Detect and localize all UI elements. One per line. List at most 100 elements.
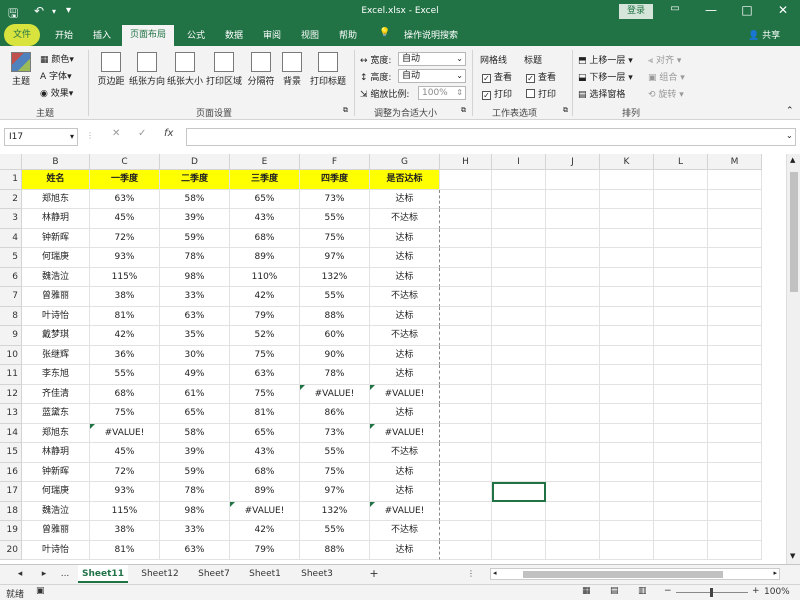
scroll-left-icon[interactable]: ◂: [493, 569, 497, 577]
sheet-options-launcher-icon[interactable]: ⧉: [563, 106, 568, 115]
tab-home[interactable]: 开始: [48, 28, 80, 41]
table-cell[interactable]: 43%: [230, 443, 300, 463]
header-cell[interactable]: 四季度: [300, 170, 370, 190]
table-cell[interactable]: 81%: [90, 306, 160, 326]
column-header-e[interactable]: E: [230, 154, 300, 170]
empty-cell[interactable]: [440, 501, 492, 521]
empty-cell[interactable]: [708, 306, 762, 326]
share-button[interactable]: 👤 共享: [748, 28, 780, 41]
empty-cell[interactable]: [440, 345, 492, 365]
header-cell[interactable]: 姓名: [22, 170, 90, 190]
empty-cell[interactable]: [492, 345, 546, 365]
tab-review[interactable]: 审阅: [256, 28, 288, 41]
empty-cell[interactable]: [654, 365, 708, 385]
cancel-icon[interactable]: ✕: [112, 128, 120, 139]
empty-cell[interactable]: [654, 482, 708, 502]
table-cell[interactable]: 93%: [90, 248, 160, 268]
empty-cell[interactable]: [440, 384, 492, 404]
empty-cell[interactable]: [654, 384, 708, 404]
next-sheet-icon[interactable]: ▸: [38, 565, 50, 583]
column-header-k[interactable]: K: [600, 154, 654, 170]
header-cell[interactable]: 是否达标: [370, 170, 440, 190]
empty-cell[interactable]: [492, 443, 546, 463]
table-cell[interactable]: 叶诗怡: [22, 306, 90, 326]
table-cell[interactable]: 68%: [90, 384, 160, 404]
login-button[interactable]: 登录: [619, 4, 653, 19]
empty-cell[interactable]: [440, 228, 492, 248]
table-cell[interactable]: 达标: [370, 228, 440, 248]
empty-cell[interactable]: [600, 462, 654, 482]
table-cell[interactable]: 63%: [230, 365, 300, 385]
empty-cell[interactable]: [654, 170, 708, 190]
empty-cell[interactable]: [654, 462, 708, 482]
send-backward-button[interactable]: ⬓ 下移一层 ▾: [578, 70, 633, 83]
table-cell[interactable]: 98%: [160, 267, 230, 287]
empty-cell[interactable]: [600, 189, 654, 209]
empty-cell[interactable]: [600, 306, 654, 326]
table-cell[interactable]: 115%: [90, 267, 160, 287]
empty-cell[interactable]: [708, 384, 762, 404]
zoom-slider-handle[interactable]: [710, 588, 713, 597]
table-cell[interactable]: 达标: [370, 404, 440, 424]
empty-cell[interactable]: [600, 365, 654, 385]
normal-view-icon[interactable]: ▦: [582, 586, 591, 596]
empty-cell[interactable]: [440, 521, 492, 541]
table-cell[interactable]: 49%: [160, 365, 230, 385]
size-button[interactable]: 纸张大小: [166, 52, 204, 87]
empty-cell[interactable]: [708, 482, 762, 502]
row-header-8[interactable]: 8: [0, 306, 22, 326]
table-cell[interactable]: 75%: [300, 228, 370, 248]
empty-cell[interactable]: [600, 345, 654, 365]
empty-cell[interactable]: [708, 501, 762, 521]
empty-cell[interactable]: [546, 501, 600, 521]
scroll-up-icon[interactable]: ▲: [790, 156, 795, 164]
table-cell[interactable]: 58%: [160, 189, 230, 209]
horizontal-scrollbar[interactable]: ◂ ▸: [490, 568, 780, 580]
table-cell[interactable]: 张继辉: [22, 345, 90, 365]
table-cell[interactable]: 61%: [160, 384, 230, 404]
table-cell[interactable]: 72%: [90, 462, 160, 482]
row-header-11[interactable]: 11: [0, 365, 22, 385]
table-cell[interactable]: 33%: [160, 287, 230, 307]
table-cell[interactable]: 75%: [90, 404, 160, 424]
headings-view-checkbox[interactable]: ✓ 查看: [526, 70, 556, 83]
empty-cell[interactable]: [440, 365, 492, 385]
empty-cell[interactable]: [708, 404, 762, 424]
width-dropdown[interactable]: 自动 ⌄: [398, 52, 466, 66]
close-button[interactable]: ✕: [768, 3, 798, 17]
empty-cell[interactable]: [708, 228, 762, 248]
table-cell[interactable]: 曾雅丽: [22, 287, 90, 307]
empty-cell[interactable]: [708, 326, 762, 346]
scroll-thumb[interactable]: [790, 172, 798, 292]
column-header-h[interactable]: H: [440, 154, 492, 170]
table-cell[interactable]: 68%: [230, 462, 300, 482]
table-cell[interactable]: 89%: [230, 248, 300, 268]
collapse-ribbon-icon[interactable]: ⌃: [786, 106, 794, 116]
table-cell[interactable]: 78%: [160, 482, 230, 502]
table-cell[interactable]: 不达标: [370, 287, 440, 307]
table-cell[interactable]: 63%: [160, 540, 230, 560]
empty-cell[interactable]: [440, 209, 492, 229]
table-cell[interactable]: 93%: [90, 482, 160, 502]
empty-cell[interactable]: [600, 248, 654, 268]
empty-cell[interactable]: [492, 365, 546, 385]
empty-cell[interactable]: [546, 404, 600, 424]
empty-cell[interactable]: [492, 384, 546, 404]
table-cell[interactable]: 72%: [90, 228, 160, 248]
table-cell[interactable]: 88%: [300, 306, 370, 326]
empty-cell[interactable]: [654, 501, 708, 521]
column-header-i[interactable]: I: [492, 154, 546, 170]
empty-cell[interactable]: [708, 423, 762, 443]
table-cell[interactable]: 达标: [370, 365, 440, 385]
fonts-button[interactable]: A 字体▾: [40, 69, 72, 82]
empty-cell[interactable]: [492, 423, 546, 443]
empty-cell[interactable]: [546, 384, 600, 404]
table-cell[interactable]: 钟新晖: [22, 228, 90, 248]
empty-cell[interactable]: [440, 248, 492, 268]
table-cell[interactable]: #VALUE!: [300, 384, 370, 404]
empty-cell[interactable]: [600, 443, 654, 463]
empty-cell[interactable]: [600, 521, 654, 541]
sheet-tab-sheet3[interactable]: Sheet3: [294, 565, 340, 583]
empty-cell[interactable]: [492, 209, 546, 229]
table-cell[interactable]: 不达标: [370, 521, 440, 541]
